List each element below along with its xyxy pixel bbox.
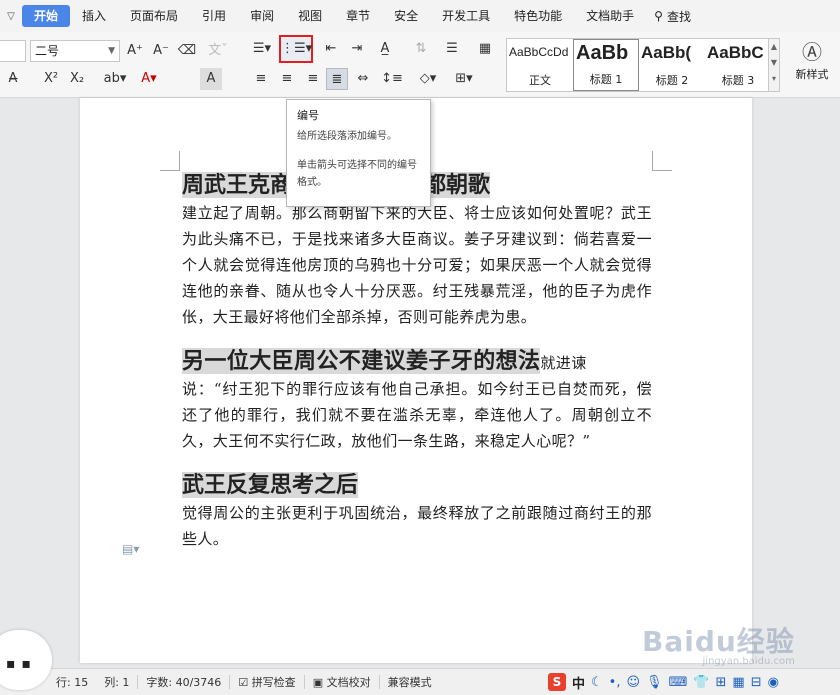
numbered-list-icon[interactable]: ⋮☰▾ [279, 35, 313, 63]
table-border-icon[interactable]: ⊞▾ [450, 68, 478, 90]
font-color-icon[interactable]: A▾ [134, 68, 164, 90]
tooltip-line-1: 给所选段落添加编号。 [297, 131, 397, 142]
style-heading-1[interactable]: AaBb 标题 1 [573, 39, 639, 91]
style-normal[interactable]: AaBbCcDd 正文 [507, 39, 573, 91]
tab-page-layout[interactable]: 页面布局 [118, 5, 190, 27]
decrease-indent-icon[interactable]: ⇤ [320, 38, 342, 60]
align-right-icon[interactable]: ≡ [302, 68, 324, 90]
margin-corner-mark [160, 151, 180, 171]
style-heading-3[interactable]: AaBbC 标题 3 [705, 39, 771, 91]
emoji-icon[interactable]: ☺ [626, 675, 640, 690]
grow-font-icon[interactable]: A⁺ [124, 40, 146, 62]
paragraph-1[interactable]: 建立起了周朝。那么商朝留下来的大臣、将士应该如何处置呢？武王为此头痛不已，于是找… [182, 200, 652, 330]
tab-home[interactable]: 开始 [22, 5, 71, 27]
keyboard-icon[interactable]: ⌨ [669, 675, 688, 690]
status-col: 列: 1 [104, 676, 130, 689]
search-button[interactable]: ⚲ 查找 [646, 8, 699, 25]
tab-review[interactable]: 审阅 [238, 5, 286, 27]
tooltip-title: 编号 [297, 109, 319, 122]
shrink-font-icon[interactable]: A⁻ [150, 40, 172, 62]
status-word-count[interactable]: 字数: 40/3746 [138, 674, 229, 690]
phonetic-icon[interactable]: 文ˇ [204, 40, 232, 62]
new-style-button[interactable]: Ⓐ 新样式 [788, 38, 836, 92]
doc-proofread-button[interactable]: ▣ 文档校对 [305, 674, 379, 690]
paragraph-marker-icon[interactable]: ▤▾ [122, 542, 139, 556]
increase-indent-icon[interactable]: ⇥ [346, 38, 368, 60]
bullet-list-icon[interactable]: ☰▾ [250, 38, 274, 60]
tab-security[interactable]: 安全 [382, 5, 430, 27]
shading-icon[interactable]: ◇▾ [414, 68, 442, 90]
char-shading-icon[interactable]: A [200, 68, 222, 90]
tab-features[interactable]: 特色功能 [502, 5, 574, 27]
ime-tray: S 中 ☾ •, ☺ 🎙 ⌨ 👕 ⊞ ▦ ⊟ ◉ [548, 671, 838, 693]
view-mode-icon[interactable]: ⊟ [751, 675, 762, 690]
chinese-layout-icon[interactable]: A̲ [374, 38, 396, 60]
align-justify-icon[interactable]: ≣ [326, 68, 348, 90]
tab-doc-assistant[interactable]: 文档助手 [574, 5, 646, 27]
punctuation-icon[interactable]: •, [609, 675, 621, 690]
status-row: 行: 15 [56, 676, 89, 689]
doc-check-icon: ▣ [312, 676, 324, 689]
spell-check-button[interactable]: ☑ 拼写检查 [230, 674, 303, 690]
sogou-ime-icon[interactable]: S [548, 673, 566, 691]
borders-icon[interactable]: ▦ [474, 38, 496, 60]
tooltip-line-2: 单击箭头可选择不同的编号格式。 [297, 160, 417, 188]
ime-lang-label[interactable]: 中 [572, 673, 585, 692]
paragraph-2-lead[interactable]: 就进谏 [540, 354, 586, 372]
toolbar: 二号 ▼ A⁺ A⁻ ⌫ 文ˇ A̶ X² X₂ ab▾ A▾ A ☰▾ ⋮☰▾… [0, 32, 840, 98]
tab-chapter[interactable]: 章节 [334, 5, 382, 27]
search-label: 查找 [666, 9, 691, 24]
eraser-icon[interactable]: ⌫ [176, 40, 198, 62]
align-left-icon[interactable]: ≡ [250, 68, 272, 90]
margin-corner-mark [652, 151, 672, 171]
eye-icon[interactable]: ◉ [768, 675, 779, 690]
font-size-select[interactable]: 二号 ▼ [30, 40, 120, 62]
grid-icon[interactable]: ⊞ [716, 675, 727, 690]
checkbox-icon: ☑ [238, 676, 249, 689]
watermark: Baidu经验 jingyan.baidu.com [642, 620, 795, 667]
numbering-tooltip: 编号 给所选段落添加编号。 单击箭头可选择不同的编号格式。 [286, 99, 431, 207]
tab-developer[interactable]: 开发工具 [430, 5, 502, 27]
highlight-icon[interactable]: ab▾ [100, 68, 130, 90]
new-style-icon: Ⓐ [802, 40, 822, 64]
paragraph-spacing-icon[interactable]: ↕≡ [378, 68, 406, 90]
search-icon: ⚲ [654, 9, 663, 23]
superscript-icon[interactable]: X² [40, 68, 62, 90]
heading-3[interactable]: 武王反复思考之后 [182, 472, 359, 498]
subscript-icon[interactable]: X₂ [66, 68, 88, 90]
align-center-icon[interactable]: ≡ [276, 68, 298, 90]
strikethrough-icon[interactable]: A̶ [2, 68, 24, 90]
style-gallery: AaBbCcDd 正文 AaBb 标题 1 AaBb( 标题 2 AaBbC 标… [506, 38, 778, 92]
tab-references[interactable]: 引用 [190, 5, 238, 27]
skin-icon[interactable]: 👕 [693, 675, 709, 690]
font-size-value: 二号 [35, 44, 60, 58]
paragraph-3[interactable]: 觉得周公的主张更利于巩固统治，最终释放了之前跟随过商纣王的那些人。 [182, 500, 652, 552]
distributed-icon[interactable]: ⇔ [352, 68, 374, 90]
heading-2[interactable]: 另一位大臣周公不建议姜子牙的想法 [182, 348, 541, 374]
style-heading-2[interactable]: AaBb( 标题 2 [639, 39, 705, 91]
sort-icon[interactable]: ⇅ [410, 38, 432, 60]
tab-insert[interactable]: 插入 [70, 5, 118, 27]
paragraph-2[interactable]: 说：“纣王犯下的罪行应该有他自己承担。如今纣王已自焚而死，偿还了他的罪行，我们就… [182, 376, 652, 454]
toolbox-icon[interactable]: ▦ [732, 675, 744, 690]
moon-icon[interactable]: ☾ [591, 675, 603, 690]
chevron-down-icon[interactable]: ▽ [0, 11, 22, 22]
chevron-down-icon: ▼ [108, 46, 115, 56]
mic-icon[interactable]: 🎙 [646, 675, 663, 690]
tab-view[interactable]: 视图 [286, 5, 334, 27]
watermark-brand: Baidu经验 [642, 625, 795, 658]
style-gallery-scroll[interactable]: ▲ ▼ ▾ [768, 38, 780, 92]
document-body[interactable]: 周武王克商后，占领了商都朝歌 建立起了周朝。那么商朝留下来的大臣、将士应该如何处… [182, 170, 652, 568]
compat-mode-label: 兼容模式 [387, 676, 432, 689]
font-name-select[interactable] [0, 40, 26, 62]
line-spacing-icon[interactable]: ☰ [438, 38, 466, 60]
menu-bar: ▽ 开始 插入 页面布局 引用 审阅 视图 章节 安全 开发工具 特色功能 文档… [0, 0, 840, 32]
